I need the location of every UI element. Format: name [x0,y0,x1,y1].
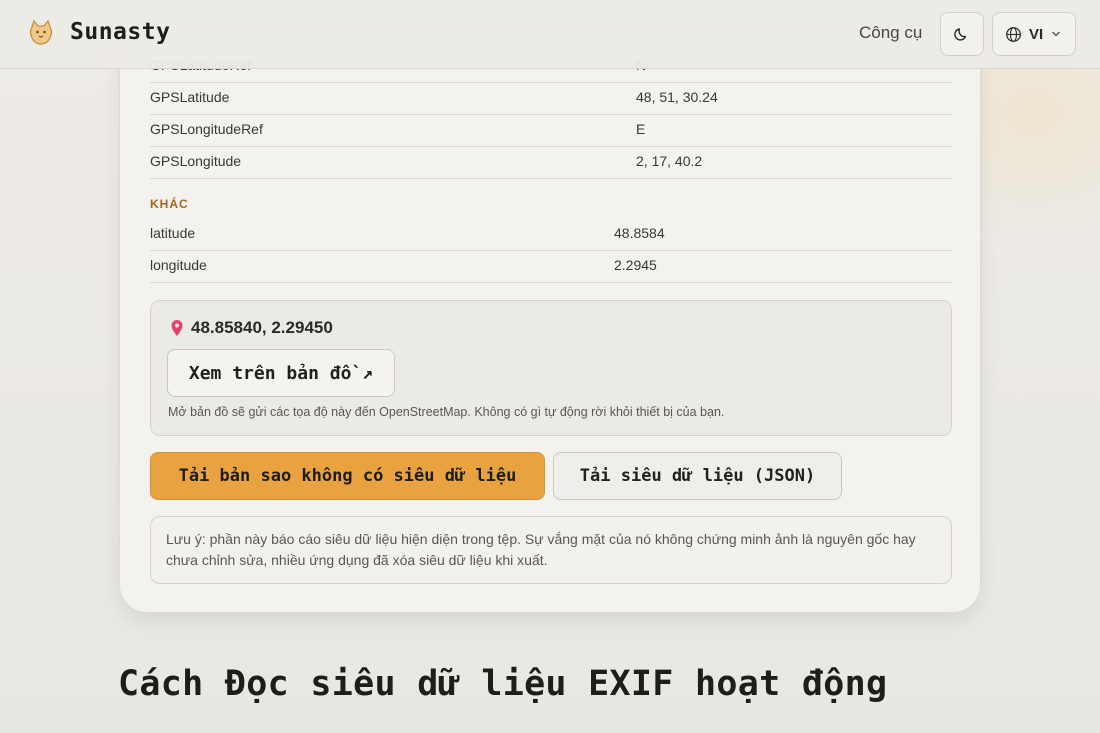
map-privacy-note: Mở bản đồ sẽ gửi các tọa độ này đến Open… [168,405,725,419]
table-row: longitude 2.2945 [150,251,952,283]
metadata-card: GPSLatitudeRef N GPSLatitude 48, 51, 30.… [119,30,981,613]
table-row: GPSLatitude 48, 51, 30.24 [150,83,952,115]
cat-logo-icon[interactable] [26,18,56,48]
chevron-down-icon [1052,31,1060,37]
brand-name[interactable]: Sunasty [70,19,170,45]
map-pin-icon [171,320,183,336]
download-json-button[interactable]: Tải siêu dữ liệu (JSON) [553,452,842,500]
coordinates-display: 48.85840, 2.29450 [169,318,333,338]
theme-toggle-button[interactable] [940,12,984,56]
row-value: 2.2945 [614,257,657,273]
row-value: 48, 51, 30.24 [636,89,718,105]
download-clean-copy-button[interactable]: Tải bản sao không có siêu dữ liệu [150,452,545,500]
view-on-map-button[interactable]: Xem trên bản đồ ↗ [167,349,395,397]
section-heading: Cách Đọc siêu dữ liệu EXIF hoạt động [118,664,888,704]
language-select-button[interactable]: VI [992,12,1076,56]
nav-tools-link[interactable]: Công cụ [859,23,922,43]
row-value: 48.8584 [614,225,665,241]
row-key: longitude [150,257,207,273]
row-key: GPSLongitudeRef [150,121,263,137]
table-row: GPSLongitude 2, 17, 40.2 [150,147,952,179]
globe-icon [1006,26,1021,42]
moon-icon [954,28,967,41]
row-key: GPSLatitude [150,89,230,105]
row-value: E [636,121,646,137]
row-value: 2, 17, 40.2 [636,153,703,169]
table-row: GPSLongitudeRef E [150,115,952,147]
top-header: Sunasty Công cụ VI [0,0,1100,69]
row-key: latitude [150,225,196,241]
row-key: GPSLongitude [150,153,242,169]
table-row: latitude 48.8584 [150,219,952,251]
disclaimer-note: Lưu ý: phần này báo cáo siêu dữ liệu hiệ… [150,516,952,584]
map-location-box: 48.85840, 2.29450 Xem trên bản đồ ↗ Mở b… [150,300,952,436]
language-code: VI [1029,25,1044,43]
coordinates-text: 48.85840, 2.29450 [191,318,333,337]
section-title-other: KHÁC [150,197,189,211]
